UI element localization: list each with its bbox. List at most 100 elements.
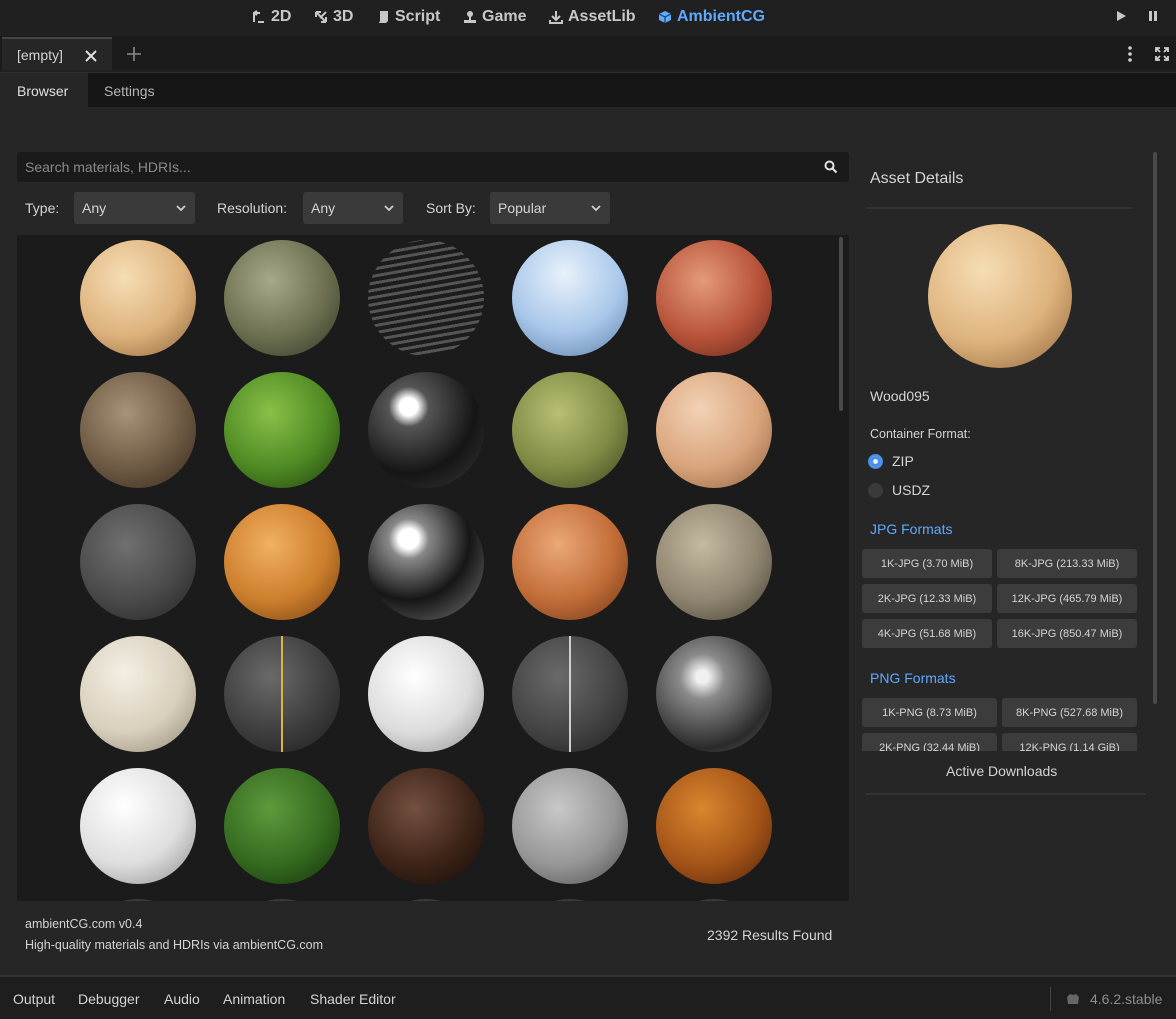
divider bbox=[1050, 987, 1051, 1011]
download-12k-png-button[interactable]: 12K-PNG (1.14 GiB) bbox=[1002, 733, 1137, 751]
engine-version: 4.6.2.stable bbox=[1090, 991, 1163, 1007]
tab-animation[interactable]: Animation bbox=[223, 991, 285, 1007]
plugin-tabs: Browser Settings bbox=[0, 72, 1176, 108]
material-thumbnail[interactable] bbox=[80, 636, 196, 752]
tab-audio[interactable]: Audio bbox=[164, 991, 200, 1007]
scene-tab-bar: [empty] bbox=[0, 36, 1176, 70]
download-16k-jpg-button[interactable]: 16K-JPG (850.47 MiB) bbox=[997, 619, 1137, 648]
material-thumbnail[interactable] bbox=[512, 899, 628, 901]
sort-select[interactable]: Popular bbox=[490, 192, 610, 224]
download-4k-jpg-button[interactable]: 4K-JPG (51.68 MiB) bbox=[862, 619, 992, 648]
download-2k-jpg-button[interactable]: 2K-JPG (12.33 MiB) bbox=[862, 584, 992, 613]
radio-zip-label[interactable]: ZIP bbox=[892, 453, 914, 469]
tab-shader-editor[interactable]: Shader Editor bbox=[310, 991, 396, 1007]
chevron-down-icon bbox=[176, 205, 186, 212]
material-thumbnail[interactable] bbox=[80, 899, 196, 901]
add-scene-icon[interactable] bbox=[125, 45, 143, 63]
radio-usdz-label[interactable]: USDZ bbox=[892, 482, 930, 498]
download-2k-png-button[interactable]: 2K-PNG (32.44 MiB) bbox=[862, 733, 997, 751]
material-thumbnail[interactable] bbox=[368, 372, 484, 488]
resolution-label: Resolution: bbox=[217, 200, 288, 216]
material-thumbnail[interactable] bbox=[512, 504, 628, 620]
asset-preview bbox=[928, 224, 1072, 368]
material-thumbnail[interactable] bbox=[368, 899, 484, 901]
material-thumbnail[interactable] bbox=[512, 636, 628, 752]
results-count: 2392 Results Found bbox=[707, 927, 833, 943]
tab-settings[interactable]: Settings bbox=[104, 73, 155, 108]
search-input[interactable] bbox=[17, 152, 817, 182]
download-1k-jpg-button[interactable]: 1K-JPG (3.70 MiB) bbox=[862, 549, 992, 578]
material-thumbnail[interactable] bbox=[224, 768, 340, 884]
material-thumbnail[interactable] bbox=[224, 899, 340, 901]
material-thumbnail[interactable] bbox=[656, 372, 772, 488]
close-icon[interactable] bbox=[83, 48, 99, 64]
material-thumbnail[interactable] bbox=[368, 636, 484, 752]
tab-browser[interactable]: Browser bbox=[0, 73, 88, 108]
play-icon[interactable] bbox=[1114, 9, 1128, 23]
material-thumbnail[interactable] bbox=[224, 504, 340, 620]
plugin-tagline: High-quality materials and HDRIs via amb… bbox=[25, 938, 324, 952]
download-1k-png-button[interactable]: 1K-PNG (8.73 MiB) bbox=[862, 698, 997, 727]
download-12k-jpg-button[interactable]: 12K-JPG (465.79 MiB) bbox=[997, 584, 1137, 613]
workspace-toolbar: 2D 3D Script Game AssetLib AmbientCG bbox=[0, 0, 1176, 34]
material-thumbnail[interactable] bbox=[80, 504, 196, 620]
tab-debugger[interactable]: Debugger bbox=[78, 991, 140, 1007]
bottom-panel-bar: Output Debugger Audio Animation Shader E… bbox=[0, 975, 1176, 1019]
divider bbox=[866, 207, 1132, 209]
search-bar bbox=[17, 152, 849, 182]
type-select[interactable]: Any bbox=[74, 192, 195, 224]
material-thumbnail[interactable] bbox=[224, 636, 340, 752]
material-thumbnail[interactable] bbox=[368, 504, 484, 620]
more-menu-icon[interactable] bbox=[1123, 46, 1137, 62]
game-icon bbox=[464, 11, 476, 23]
download-8k-jpg-button[interactable]: 8K-JPG (213.33 MiB) bbox=[997, 549, 1137, 578]
workspace-tab-script[interactable]: Script bbox=[376, 6, 440, 28]
tab-output[interactable]: Output bbox=[13, 991, 55, 1007]
material-thumbnail[interactable] bbox=[656, 768, 772, 884]
script-icon bbox=[378, 11, 388, 23]
divider bbox=[866, 793, 1146, 795]
workspace-tab-ambientcg[interactable]: AmbientCG bbox=[658, 6, 765, 28]
container-format-label: Container Format: bbox=[870, 427, 971, 441]
workspace-tab-game[interactable]: Game bbox=[463, 6, 526, 28]
material-thumbnail[interactable] bbox=[656, 240, 772, 356]
material-thumbnail[interactable] bbox=[656, 899, 772, 901]
details-scrollbar[interactable] bbox=[1153, 152, 1157, 704]
material-thumbnail[interactable] bbox=[512, 372, 628, 488]
pause-icon[interactable] bbox=[1146, 9, 1160, 23]
workspace-tab-2d[interactable]: 2D bbox=[252, 6, 291, 28]
material-thumbnail[interactable] bbox=[368, 240, 484, 356]
material-thumbnail[interactable] bbox=[512, 240, 628, 356]
sort-label: Sort By: bbox=[426, 200, 476, 216]
material-thumbnail[interactable] bbox=[80, 240, 196, 356]
active-downloads-title: Active Downloads bbox=[946, 763, 1058, 779]
chevron-down-icon bbox=[384, 205, 394, 212]
material-thumbnail[interactable] bbox=[224, 240, 340, 356]
grid-scrollbar[interactable] bbox=[839, 237, 843, 411]
material-thumbnail[interactable] bbox=[224, 372, 340, 488]
png-button-list: 1K-PNG (8.73 MiB) 8K-PNG (527.68 MiB) 2K… bbox=[860, 693, 1140, 751]
scene-tab-empty[interactable]: [empty] bbox=[2, 37, 112, 70]
godot-logo-icon bbox=[1067, 994, 1079, 1004]
details-title: Asset Details bbox=[870, 170, 964, 187]
radio-usdz[interactable] bbox=[868, 483, 883, 498]
png-formats-title: PNG Formats bbox=[870, 670, 956, 686]
download-8k-png-button[interactable]: 8K-PNG (527.68 MiB) bbox=[1002, 698, 1137, 727]
asset-name: Wood095 bbox=[870, 388, 930, 404]
material-thumbnail[interactable] bbox=[656, 636, 772, 752]
fullscreen-icon[interactable] bbox=[1154, 46, 1170, 62]
browser-panel: Type: Any Resolution: Any Sort By: Popul… bbox=[0, 107, 1176, 975]
3d-icon bbox=[315, 11, 327, 23]
chevron-down-icon bbox=[591, 205, 601, 212]
search-icon[interactable] bbox=[824, 160, 838, 174]
jpg-formats-title: JPG Formats bbox=[870, 521, 953, 537]
material-thumbnail[interactable] bbox=[512, 768, 628, 884]
material-thumbnail[interactable] bbox=[656, 504, 772, 620]
workspace-tab-assetlib[interactable]: AssetLib bbox=[549, 6, 636, 28]
resolution-select[interactable]: Any bbox=[303, 192, 403, 224]
material-thumbnail[interactable] bbox=[80, 768, 196, 884]
material-thumbnail[interactable] bbox=[80, 372, 196, 488]
radio-zip[interactable] bbox=[868, 454, 883, 469]
workspace-tab-3d[interactable]: 3D bbox=[314, 6, 353, 28]
material-thumbnail[interactable] bbox=[368, 768, 484, 884]
